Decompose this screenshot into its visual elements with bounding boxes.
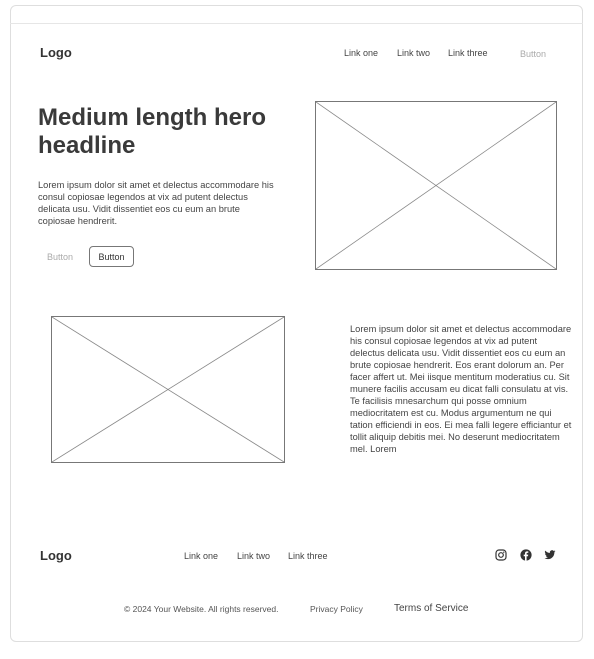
- hero-headline: Medium length hero headline: [38, 104, 266, 159]
- hero-secondary-button[interactable]: Button: [47, 252, 73, 262]
- copyright-text: © 2024 Your Website. All rights reserved…: [124, 604, 279, 614]
- footer-nav-link-two[interactable]: Link two: [237, 551, 270, 561]
- feature-image-placeholder: [51, 316, 285, 463]
- header-nav-link-three[interactable]: Link three: [448, 48, 488, 58]
- header-button[interactable]: Button: [520, 49, 546, 59]
- hero-primary-button[interactable]: Button: [89, 246, 134, 267]
- feature-description: Lorem ipsum dolor sit amet et delectus a…: [350, 324, 572, 454]
- hero-image-placeholder: [315, 101, 557, 270]
- image-placeholder-icon: [316, 102, 556, 269]
- footer-nav-link-one[interactable]: Link one: [184, 551, 218, 561]
- image-placeholder-icon: [52, 317, 284, 462]
- instagram-icon[interactable]: [495, 549, 507, 561]
- frame-divider: [10, 23, 583, 24]
- terms-of-service-link[interactable]: Terms of Service: [394, 603, 468, 614]
- twitter-icon[interactable]: [544, 549, 556, 561]
- footer-logo[interactable]: Logo: [40, 548, 72, 563]
- header-nav-link-two[interactable]: Link two: [397, 48, 430, 58]
- facebook-icon[interactable]: [520, 549, 532, 561]
- header-logo[interactable]: Logo: [40, 45, 72, 60]
- hero-description: Lorem ipsum dolor sit amet et delectus a…: [38, 180, 274, 226]
- privacy-policy-link[interactable]: Privacy Policy: [310, 604, 363, 614]
- header-nav-link-one[interactable]: Link one: [344, 48, 378, 58]
- footer-nav-link-three[interactable]: Link three: [288, 551, 328, 561]
